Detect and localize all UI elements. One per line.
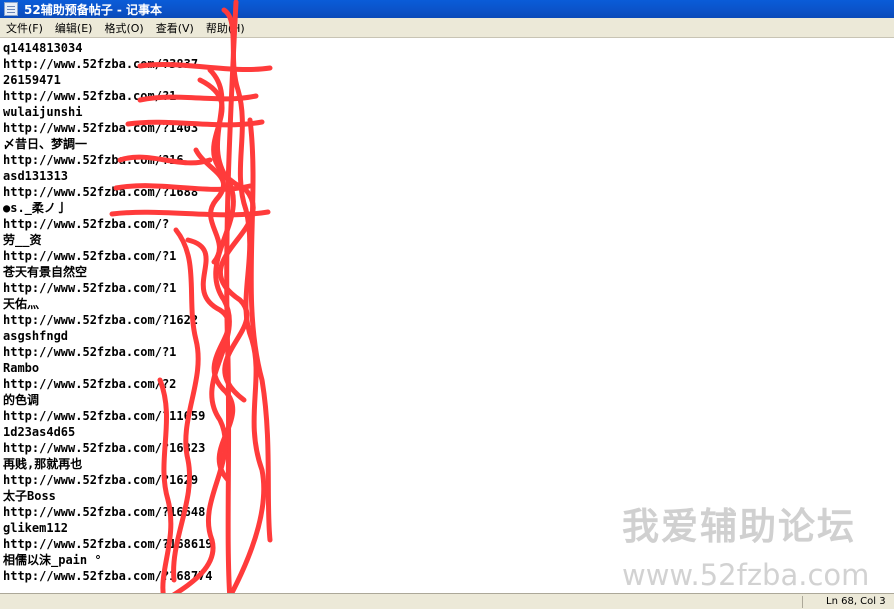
cursor-position: Ln 68, Col 3 bbox=[826, 596, 886, 607]
text-line: 太子Boss bbox=[3, 489, 56, 503]
status-bar: Ln 68, Col 3 bbox=[0, 593, 894, 609]
text-line: 再贱,那就再也 bbox=[3, 457, 83, 471]
text-line: http://www.52fzba.com/? bbox=[3, 217, 170, 231]
text-line: glikem112 bbox=[3, 521, 69, 535]
menu-help[interactable]: 帮助(H) bbox=[200, 20, 251, 36]
text-line: http://www.52fzba.com/?1688 bbox=[3, 185, 199, 199]
text-line: 天佑灬 bbox=[3, 297, 40, 311]
text-line: ●s._柔ノ亅 bbox=[3, 201, 68, 215]
text-line: http://www.52fzba.com/?1629 bbox=[3, 473, 199, 487]
text-line: http://www.52fzba.com/?16823 bbox=[3, 441, 206, 455]
text-line: http://www.52fzba.com/?1 bbox=[3, 249, 177, 263]
text-line: 相儒以沫_pain ° bbox=[3, 553, 102, 567]
watermark: 我爱辅助论坛 www.52fzba.com bbox=[622, 496, 869, 592]
notepad-icon bbox=[4, 2, 18, 16]
menu-view[interactable]: 查看(V) bbox=[150, 20, 200, 36]
status-divider bbox=[802, 596, 803, 608]
text-line: wulaijunshi bbox=[3, 105, 83, 119]
text-line: http://www.52fzba.com/?11659 bbox=[3, 409, 206, 423]
text-line: http://www.52fzba.com/?1622 bbox=[3, 313, 199, 327]
menu-bar: 文件(F) 编辑(E) 格式(O) 查看(V) 帮助(H) bbox=[0, 18, 894, 38]
menu-format[interactable]: 格式(O) bbox=[98, 20, 149, 36]
text-line: Rambo bbox=[3, 361, 40, 375]
text-line: 1d23as4d65 bbox=[3, 425, 76, 439]
title-bar: 52辅助预备帖子 - 记事本 bbox=[0, 0, 894, 18]
text-line: http://www.52fzba.com/?2 bbox=[3, 377, 177, 391]
text-line: http://www.52fzba.com/?16 bbox=[3, 153, 184, 167]
text-line: 的色调 bbox=[3, 393, 40, 407]
text-line: http://www.52fzba.com/?3837 bbox=[3, 57, 199, 71]
watermark-url: www.52fzba.com bbox=[622, 558, 870, 592]
text-line: asgshfngd bbox=[3, 329, 69, 343]
menu-file[interactable]: 文件(F) bbox=[0, 20, 49, 36]
text-line: q1414813034 bbox=[3, 41, 83, 55]
text-line: 〆昔日、梦調一 bbox=[3, 137, 88, 151]
text-line: http://www.52fzba.com/?16648 bbox=[3, 505, 206, 519]
text-line: http://www.52fzba.com/?1 bbox=[3, 281, 177, 295]
text-line: http://www.52fzba.com/?1 bbox=[3, 89, 177, 103]
text-content: q1414813034 http://www.52fzba.com/?3837 26… bbox=[3, 40, 213, 584]
text-line: asd131313 bbox=[3, 169, 69, 183]
window-title: 52辅助预备帖子 - 记事本 bbox=[24, 2, 163, 17]
watermark-title: 我爱辅助论坛 bbox=[622, 505, 856, 548]
text-line: 劳__资 bbox=[3, 233, 42, 247]
text-line: http://www.52fzba.com/?168774 bbox=[3, 569, 213, 583]
text-line: 苍天有景自然空 bbox=[3, 265, 88, 279]
text-line: http://www.52fzba.com/?1 bbox=[3, 345, 177, 359]
text-line: http://www.52fzba.com/?1403 bbox=[3, 121, 199, 135]
text-line: 26159471 bbox=[3, 73, 61, 87]
menu-edit[interactable]: 编辑(E) bbox=[49, 20, 99, 36]
text-line: http://www.52fzba.com/?168619 bbox=[3, 537, 213, 551]
